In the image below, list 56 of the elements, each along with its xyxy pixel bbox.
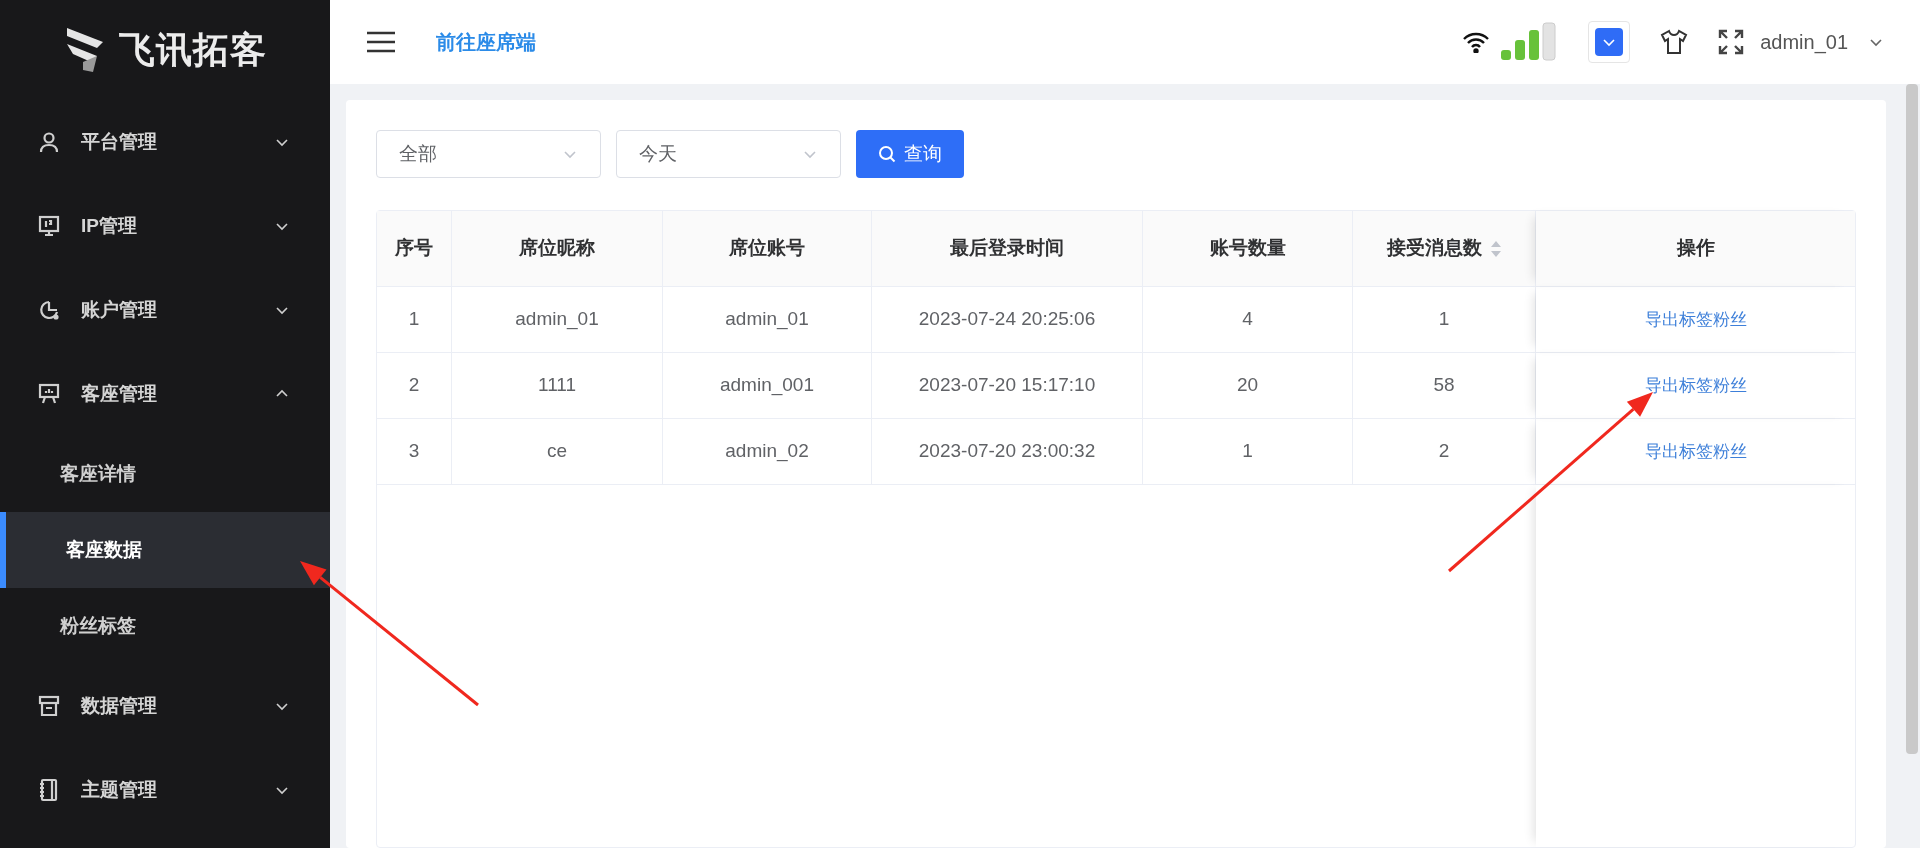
submenu-item[interactable]: 粉丝标签 [0, 588, 330, 664]
menu-icon[interactable] [366, 31, 396, 53]
table-cell: 20 [1143, 353, 1353, 418]
export-link[interactable]: 导出标签粉丝 [1644, 306, 1747, 333]
menu-item[interactable]: 账户管理 [0, 268, 330, 352]
archive-icon [37, 694, 61, 718]
person-icon [37, 130, 61, 154]
table-cell: 1 [1353, 287, 1536, 352]
query-button[interactable]: 查询 [856, 130, 964, 178]
menu-item[interactable]: 客座管理 [0, 352, 330, 436]
pie-chart-icon [37, 298, 61, 322]
submenu-item[interactable]: 客座详情 [0, 436, 330, 512]
submenu-item[interactable]: 客座数据 [0, 512, 330, 588]
table-cell: ce [452, 419, 663, 484]
table-cell: 4 [1143, 287, 1353, 352]
table-cell: 58 [1353, 353, 1536, 418]
export-link[interactable]: 导出标签粉丝 [1644, 372, 1747, 399]
column-header: 席位账号 [663, 211, 872, 286]
column-header: 操作 [1536, 211, 1855, 286]
search-icon [878, 145, 896, 163]
table-cell: 2 [1353, 419, 1536, 484]
shirt-icon[interactable] [1660, 29, 1689, 55]
logo-text: 飞讯拓客 [119, 28, 267, 72]
signal-bars-icon [1500, 22, 1559, 62]
table-cell: 1 [377, 287, 452, 352]
menu-item[interactable]: 平台管理 [0, 100, 330, 184]
export-link[interactable]: 导出标签粉丝 [1644, 438, 1747, 465]
column-header: 最后登录时间 [872, 211, 1143, 286]
table-cell: admin_01 [663, 287, 872, 352]
select-field[interactable]: 全部 [376, 130, 601, 178]
color-picker[interactable] [1588, 21, 1631, 63]
column-header: 席位昵称 [452, 211, 663, 286]
column-header[interactable]: 接受消息数 [1353, 211, 1536, 286]
menu-item[interactable]: 主题管理 [0, 748, 330, 832]
table-cell: admin_01 [452, 287, 663, 352]
table-cell: admin_02 [663, 419, 872, 484]
table-cell: 1 [1143, 419, 1353, 484]
presentation-icon [37, 382, 61, 406]
table-cell: 1111 [452, 353, 663, 418]
scrollbar[interactable] [1906, 84, 1918, 754]
table-cell: 2023-07-20 15:17:10 [872, 353, 1143, 418]
select-field[interactable]: 今天 [616, 130, 841, 178]
table-cell: 2023-07-20 23:00:32 [872, 419, 1143, 484]
monitor-icon [37, 214, 61, 238]
table-cell: 2023-07-24 20:25:06 [872, 287, 1143, 352]
table-cell: admin_001 [663, 353, 872, 418]
menu-item[interactable]: IP管理 [0, 184, 330, 268]
table-cell: 2 [377, 353, 452, 418]
table-cell: 3 [377, 419, 452, 484]
column-header: 序号 [377, 211, 452, 286]
menu-item[interactable]: 数据管理 [0, 664, 330, 748]
user-name[interactable]: admin_01 [1760, 27, 1848, 57]
fullscreen-icon[interactable] [1718, 29, 1745, 55]
wifi-icon [1462, 31, 1491, 53]
column-header: 账号数量 [1143, 211, 1353, 286]
seat-link[interactable]: 前往座席端 [436, 27, 536, 57]
